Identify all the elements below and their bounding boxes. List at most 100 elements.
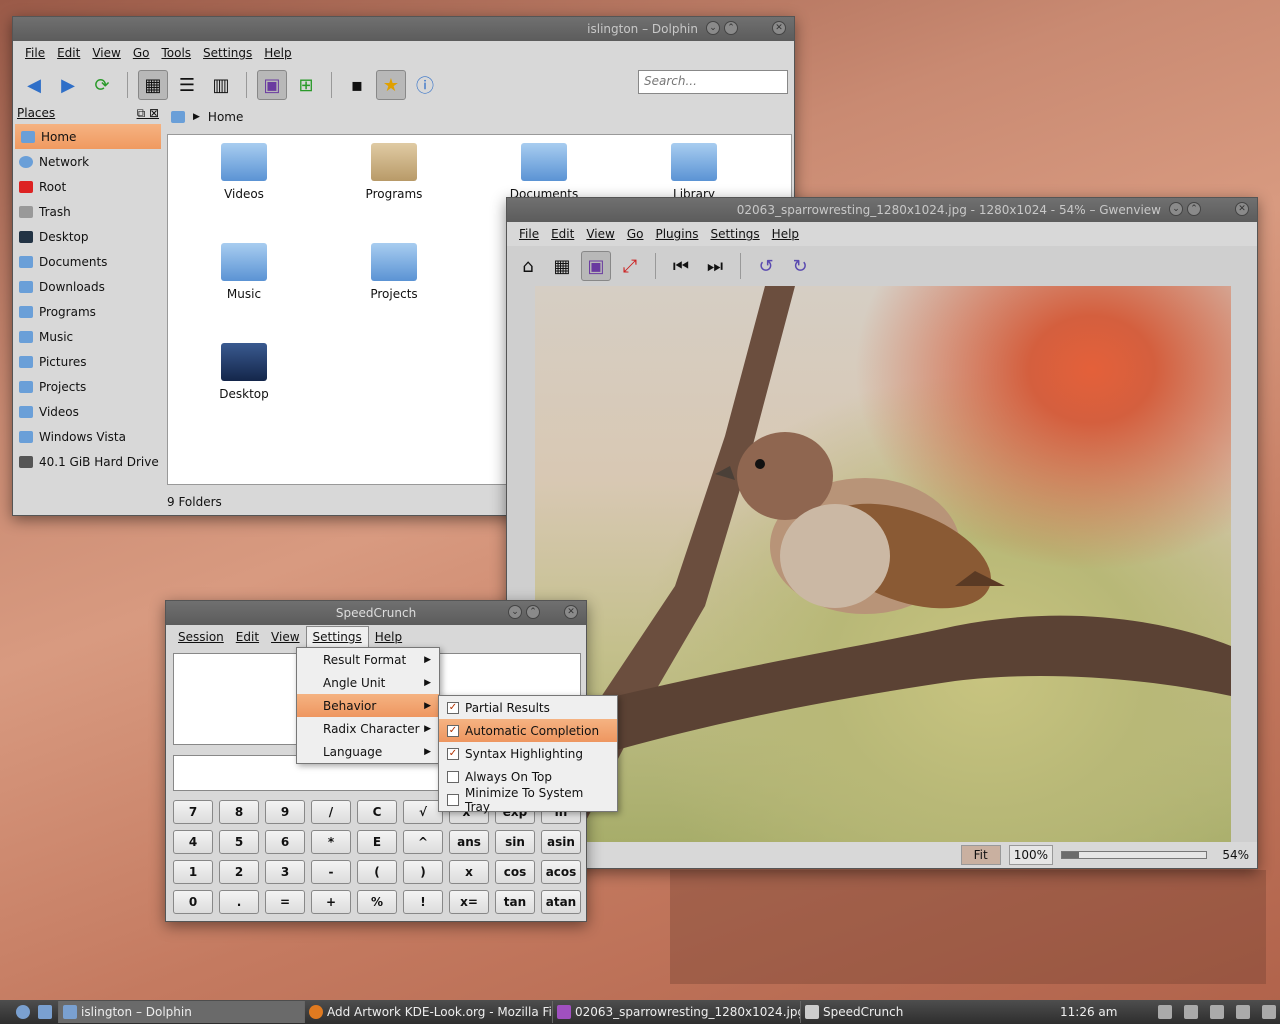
moon-icon[interactable] [1262, 1005, 1276, 1019]
menu-help[interactable]: Help [766, 227, 805, 241]
task-speedcrunch[interactable]: SpeedCrunch [800, 1001, 1046, 1023]
place-network[interactable]: Network [13, 149, 163, 174]
menu-plugins[interactable]: Plugins [649, 227, 704, 241]
menu-item-angle-unit[interactable]: Angle Unit ▶ [297, 671, 439, 694]
speedcrunch-titlebar[interactable]: SpeedCrunch ⌄ ⌃ ✕ [166, 601, 586, 625]
image-view[interactable] [535, 286, 1231, 842]
details-view-icon[interactable]: ☰ [172, 70, 202, 100]
place-music[interactable]: Music [13, 324, 163, 349]
info-icon[interactable]: ⓘ [410, 70, 440, 100]
menu-item-behavior-option[interactable]: ✓ Automatic Completion [439, 719, 617, 742]
close-icon[interactable]: ✕ [564, 605, 578, 619]
key-button[interactable]: 4 [173, 830, 213, 854]
home-icon[interactable] [171, 111, 185, 123]
menu-help[interactable]: Help [258, 46, 297, 60]
key-button[interactable]: x= [449, 890, 489, 914]
key-button[interactable]: tan [495, 890, 535, 914]
key-button[interactable]: acos [541, 860, 581, 884]
columns-view-icon[interactable]: ▥ [206, 70, 236, 100]
key-button[interactable]: 2 [219, 860, 259, 884]
menu-edit[interactable]: Edit [230, 630, 265, 644]
previous-icon[interactable]: ⏮ [666, 251, 696, 281]
place-downloads[interactable]: Downloads [13, 274, 163, 299]
breadcrumb-home[interactable]: Home [208, 110, 243, 124]
next-icon[interactable]: ⏭ [700, 251, 730, 281]
key-button[interactable]: 3 [265, 860, 305, 884]
key-button[interactable]: / [311, 800, 351, 824]
menu-item-language[interactable]: Language ▶ [297, 740, 439, 763]
folder-item[interactable]: Videos [184, 143, 304, 201]
folder-item[interactable]: Desktop [184, 343, 304, 401]
forward-icon[interactable]: ▶ [53, 70, 83, 100]
key-button[interactable]: 6 [265, 830, 305, 854]
folder-item[interactable]: Music [184, 243, 304, 301]
menu-item-behavior-option[interactable]: ✓ Partial Results [439, 696, 617, 719]
key-button[interactable]: . [219, 890, 259, 914]
bookmark-star-icon[interactable]: ★ [376, 70, 406, 100]
menu-item-behavior-option[interactable]: ✓ Syntax Highlighting [439, 742, 617, 765]
folder-item[interactable]: Library [634, 143, 754, 201]
folder-item[interactable]: Projects [334, 243, 454, 301]
rotate-right-icon[interactable]: ↻ [785, 251, 815, 281]
home-icon[interactable]: ⌂ [513, 251, 543, 281]
menu-edit[interactable]: Edit [51, 46, 86, 60]
menu-settings[interactable]: Settings [305, 626, 369, 648]
menu-view[interactable]: View [86, 46, 126, 60]
maximize-icon[interactable]: ⌃ [1187, 202, 1201, 216]
rotate-left-icon[interactable]: ↺ [751, 251, 781, 281]
gwenview-titlebar[interactable]: 02063_sparrowresting_1280x1024.jpg - 128… [507, 198, 1257, 222]
menu-item-behavior[interactable]: Behavior ▶ [297, 694, 439, 717]
folder-item[interactable]: Programs [334, 143, 454, 201]
menu-file[interactable]: File [513, 227, 545, 241]
network-tray-icon[interactable] [1158, 1005, 1172, 1019]
checkbox-icon[interactable]: ✓ [447, 747, 459, 760]
key-button[interactable]: atan [541, 890, 581, 914]
key-button[interactable]: ( [357, 860, 397, 884]
view-icon[interactable]: ▣ [581, 251, 611, 281]
place-trash[interactable]: Trash [13, 199, 163, 224]
menu-file[interactable]: File [19, 46, 51, 60]
clock[interactable]: 11:26 am [1060, 1005, 1140, 1019]
minimize-icon[interactable]: ⌄ [508, 605, 522, 619]
key-button[interactable]: 5 [219, 830, 259, 854]
checkbox-icon[interactable] [447, 793, 459, 806]
quick-launch-icon[interactable] [38, 1005, 52, 1019]
place-videos[interactable]: Videos [13, 399, 163, 424]
menu-help[interactable]: Help [369, 630, 408, 644]
key-button[interactable]: ) [403, 860, 443, 884]
volume-icon[interactable] [1210, 1005, 1224, 1019]
key-button[interactable]: ^ [403, 830, 443, 854]
panel-buttons[interactable]: ⧉ ⊠ [137, 106, 159, 124]
maximize-icon[interactable]: ⌃ [526, 605, 540, 619]
key-button[interactable]: √ [403, 800, 443, 824]
icons-view-icon[interactable]: ▦ [138, 70, 168, 100]
key-button[interactable]: * [311, 830, 351, 854]
info-tray-icon[interactable] [1236, 1005, 1250, 1019]
reload-icon[interactable]: ⟳ [87, 70, 117, 100]
key-button[interactable]: = [265, 890, 305, 914]
menu-item-radix-character[interactable]: Radix Character ▶ [297, 717, 439, 740]
place-hard-drive[interactable]: 40.1 GiB Hard Drive [13, 449, 163, 474]
task-dolphin[interactable]: islington – Dolphin [58, 1001, 304, 1023]
task-firefox[interactable]: Add Artwork KDE-Look.org - Mozilla Firef… [304, 1001, 552, 1023]
key-button[interactable]: ans [449, 830, 489, 854]
key-button[interactable]: E [357, 830, 397, 854]
zoom-100-button[interactable]: 100% [1008, 845, 1053, 865]
menu-settings[interactable]: Settings [704, 227, 765, 241]
zoom-slider[interactable] [1061, 851, 1207, 859]
key-button[interactable]: cos [495, 860, 535, 884]
kde-menu-icon[interactable] [16, 1005, 30, 1019]
key-button[interactable]: 9 [265, 800, 305, 824]
browse-icon[interactable]: ▦ [547, 251, 577, 281]
menu-session[interactable]: Session [172, 630, 230, 644]
fullscreen-icon[interactable]: ⤢ [615, 251, 645, 281]
place-programs[interactable]: Programs [13, 299, 163, 324]
back-icon[interactable]: ◀ [19, 70, 49, 100]
maximize-icon[interactable]: ⌃ [724, 21, 738, 35]
key-button[interactable]: C [357, 800, 397, 824]
place-root[interactable]: Root [13, 174, 163, 199]
key-button[interactable]: 1 [173, 860, 213, 884]
key-button[interactable]: - [311, 860, 351, 884]
split-icon[interactable]: ⊞ [291, 70, 321, 100]
close-icon[interactable]: ✕ [1235, 202, 1249, 216]
